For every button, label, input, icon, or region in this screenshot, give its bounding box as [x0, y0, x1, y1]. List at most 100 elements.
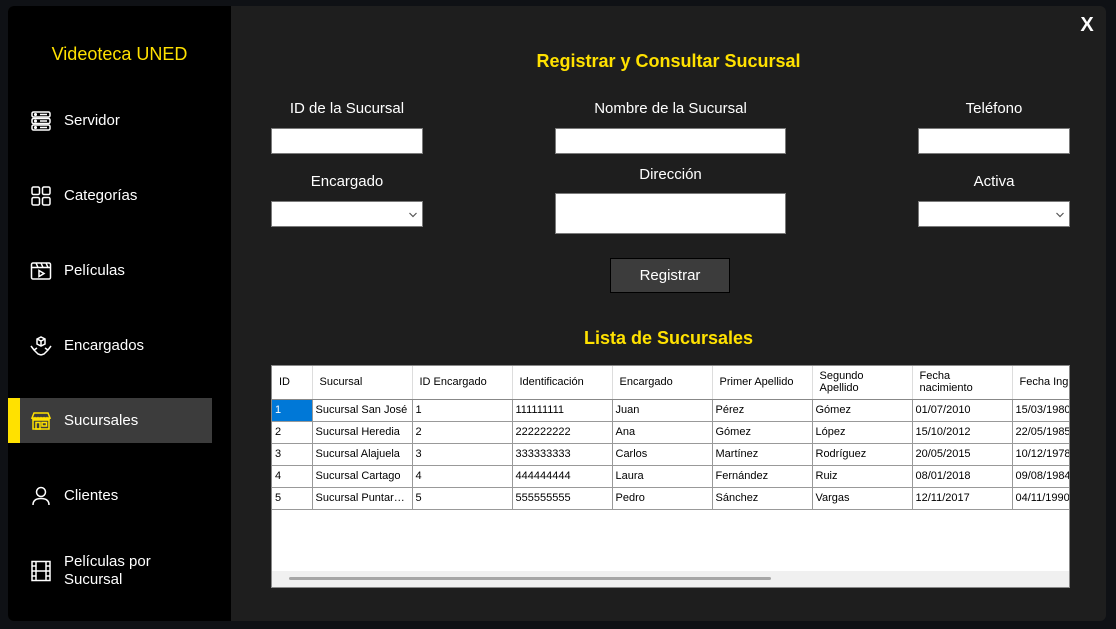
table-cell[interactable]: 4	[272, 465, 313, 488]
table-cell[interactable]: 5	[412, 487, 513, 510]
table-cell[interactable]: Sucursal San José	[312, 399, 413, 422]
sidebar-item-peliculas-por-sucursal[interactable]: Películas por Sucursal	[8, 548, 212, 593]
table-cell[interactable]: 22/05/1985	[1012, 421, 1069, 444]
id-sucursal-input[interactable]	[271, 128, 423, 154]
table-cell[interactable]: 15/03/1980	[1012, 399, 1069, 422]
table-cell[interactable]: 5	[272, 487, 313, 510]
table-cell[interactable]: 10/12/1978	[1012, 443, 1069, 466]
sucursales-table: ID Sucursal ID Encargado Identificación …	[272, 366, 1069, 510]
column-header[interactable]: Sucursal	[312, 366, 413, 400]
table-cell[interactable]: 555555555	[512, 487, 613, 510]
table-cell[interactable]: Sucursal Alajuela	[312, 443, 413, 466]
table-cell[interactable]: Pérez	[712, 399, 813, 422]
sidebar-item-label: Servidor	[64, 111, 120, 129]
table-cell[interactable]: Juan	[612, 399, 713, 422]
chevron-down-icon	[1056, 212, 1064, 218]
sidebar-item-label: Películas	[64, 261, 125, 279]
column-header[interactable]: Encargado	[612, 366, 713, 400]
activa-select[interactable]	[918, 201, 1070, 227]
table-cell[interactable]: 1	[412, 399, 513, 422]
column-header[interactable]: Identificación	[512, 366, 613, 400]
sidebar-item-servidor[interactable]: Servidor	[8, 98, 212, 143]
list-title: Lista de Sucursales	[583, 328, 754, 348]
horizontal-scrollbar[interactable]	[272, 571, 1069, 587]
activa-label: Activa	[973, 173, 1015, 190]
table-cell[interactable]: López	[812, 421, 913, 444]
table-row[interactable]: 5 Sucursal Puntarenas 5 555555555 Pedro Sánch…	[272, 487, 1069, 510]
table-cell[interactable]: 3	[412, 443, 513, 466]
table-cell[interactable]: 20/05/2015	[912, 443, 1013, 466]
sidebar-item-encargados[interactable]: Encargados	[8, 323, 212, 368]
sidebar-item-clientes[interactable]: Clientes	[8, 473, 212, 518]
grid-icon	[28, 183, 54, 209]
table-cell[interactable]: 3	[272, 443, 313, 466]
table-cell[interactable]: Sucursal Heredia	[312, 421, 413, 444]
encargado-select[interactable]	[271, 201, 423, 227]
chevron-down-icon	[409, 212, 417, 218]
table-cell[interactable]: Vargas	[812, 487, 913, 510]
table-cell[interactable]: 222222222	[512, 421, 613, 444]
sidebar: Videoteca UNED Servidor Categorías Pelíc…	[8, 6, 231, 621]
table-cell[interactable]: 2	[272, 421, 313, 444]
scrollbar-thumb[interactable]	[289, 577, 771, 580]
table-cell[interactable]: Sucursal Puntarenas	[312, 487, 413, 510]
table-cell[interactable]: Gómez	[712, 421, 813, 444]
film-play-icon	[28, 258, 54, 284]
sidebar-item-peliculas[interactable]: Películas	[8, 248, 212, 293]
store-icon	[28, 408, 54, 434]
column-header[interactable]: Primer Apellido	[712, 366, 813, 400]
table-cell[interactable]: 09/08/1984	[1012, 465, 1069, 488]
table-header-row: ID Sucursal ID Encargado Identificación …	[272, 366, 1069, 400]
page-title: Registrar y Consultar Sucursal	[536, 51, 801, 71]
table-cell[interactable]: 111111111	[512, 399, 613, 422]
nombre-sucursal-input[interactable]	[555, 128, 786, 154]
table-cell[interactable]: 01/07/2010	[912, 399, 1013, 422]
table-cell[interactable]: 444444444	[512, 465, 613, 488]
brand-title: Videoteca UNED	[51, 44, 188, 64]
table-row[interactable]: 2 Sucursal Heredia 2 222222222 Ana Gómez López…	[272, 421, 1069, 444]
sidebar-item-label: Categorías	[64, 186, 138, 204]
sucursales-grid[interactable]: ID Sucursal ID Encargado Identificación …	[271, 365, 1070, 588]
column-header[interactable]: Segundo Apellido	[812, 366, 913, 400]
table-cell[interactable]: 15/10/2012	[912, 421, 1013, 444]
column-header[interactable]: ID Encargado	[412, 366, 513, 400]
column-header[interactable]: ID	[272, 366, 313, 400]
direccion-label: Dirección	[639, 166, 702, 183]
table-cell[interactable]: Sucursal Cartago	[312, 465, 413, 488]
sidebar-item-categorias[interactable]: Categorías	[8, 173, 212, 218]
table-cell[interactable]: 1	[272, 399, 313, 422]
table-cell[interactable]: Ana	[612, 421, 713, 444]
column-header[interactable]: Fecha nacimiento	[912, 366, 1013, 400]
table-cell[interactable]: 333333333	[512, 443, 613, 466]
app-window: Videoteca UNED Servidor Categorías Pelíc…	[8, 6, 1106, 621]
telefono-input[interactable]	[918, 128, 1070, 154]
table-row[interactable]: 4 Sucursal Cartago 4 444444444 Laura Fernánde…	[272, 465, 1069, 488]
table-row[interactable]: 1 Sucursal San José 1 111111111 Juan Pérez Góm…	[272, 399, 1069, 422]
table-cell[interactable]: 04/11/1990	[1012, 487, 1069, 510]
table-cell[interactable]: 4	[412, 465, 513, 488]
table-cell[interactable]: 08/01/2018	[912, 465, 1013, 488]
table-cell[interactable]: Laura	[612, 465, 713, 488]
sidebar-item-sucursales[interactable]: Sucursales	[8, 398, 212, 443]
table-cell[interactable]: Ruiz	[812, 465, 913, 488]
hands-box-icon	[28, 333, 54, 359]
encargado-label: Encargado	[310, 173, 384, 190]
table-cell[interactable]: Fernández	[712, 465, 813, 488]
registrar-button[interactable]: Registrar	[610, 258, 730, 293]
sidebar-item-label: Sucursales	[64, 411, 139, 429]
table-cell[interactable]: Gómez	[812, 399, 913, 422]
table-cell[interactable]: Pedro	[612, 487, 713, 510]
film-strip-icon	[28, 558, 54, 584]
table-cell[interactable]: Martínez	[712, 443, 813, 466]
user-icon	[28, 483, 54, 509]
table-row[interactable]: 3 Sucursal Alajuela 3 333333333 Carlos Martín…	[272, 443, 1069, 466]
table-cell[interactable]: 2	[412, 421, 513, 444]
sidebar-item-label: Películas por Sucursal	[64, 552, 151, 588]
direccion-textarea[interactable]	[555, 193, 786, 234]
table-cell[interactable]: 12/11/2017	[912, 487, 1013, 510]
table-cell[interactable]: Carlos	[612, 443, 713, 466]
column-header[interactable]: Fecha Ingr	[1012, 366, 1069, 400]
table-cell[interactable]: Sánchez	[712, 487, 813, 510]
close-icon[interactable]: X	[1076, 14, 1098, 36]
table-cell[interactable]: Rodríguez	[812, 443, 913, 466]
